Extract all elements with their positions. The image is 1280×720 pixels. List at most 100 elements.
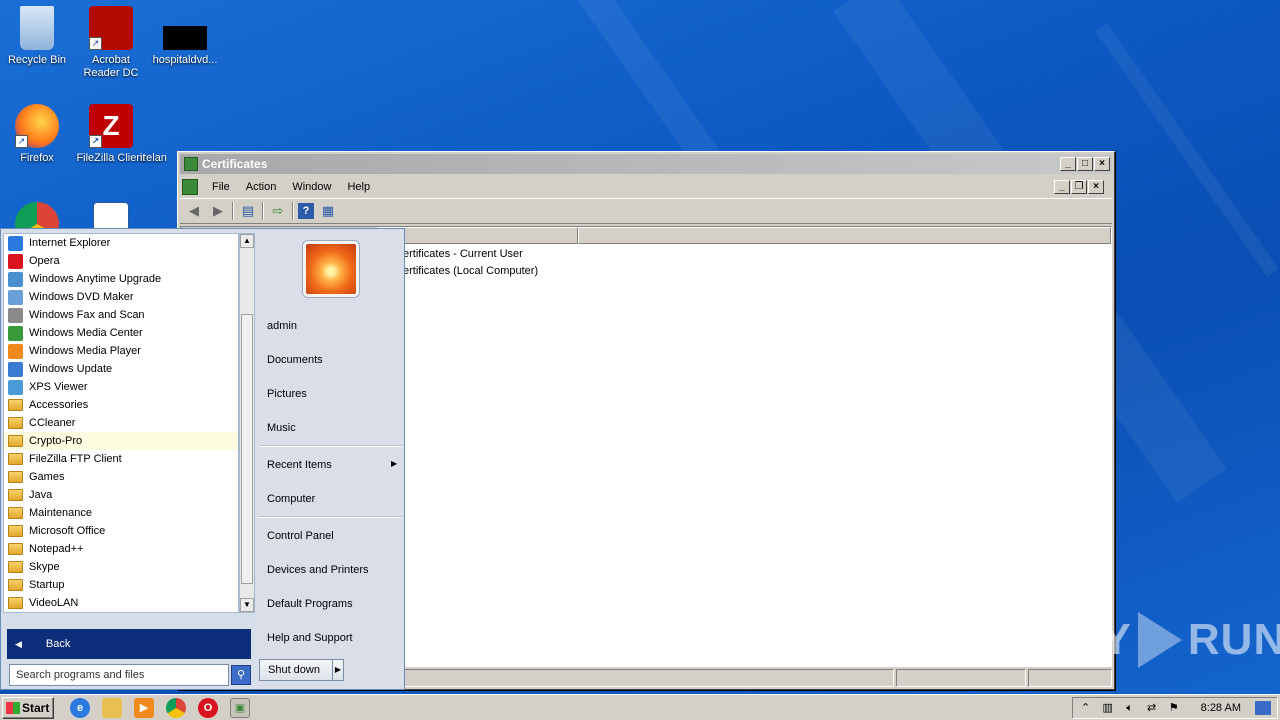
program-item[interactable]: Windows Media Player — [4, 342, 238, 360]
program-folder-item[interactable]: Startup — [4, 576, 238, 594]
program-folder-item[interactable]: FileZilla FTP Client — [4, 450, 238, 468]
opera-icon[interactable]: O — [198, 697, 218, 718]
file-explorer-icon[interactable] — [102, 697, 122, 718]
windows-flag-icon — [6, 701, 20, 714]
show-hide-tree-icon[interactable]: ▤ — [238, 202, 258, 220]
search-input[interactable]: Search programs and files — [9, 664, 229, 686]
folder-icon — [8, 417, 23, 429]
program-item[interactable]: Windows Media Center — [4, 324, 238, 342]
program-folder-item[interactable]: Games — [4, 468, 238, 486]
back-label: Back — [45, 638, 71, 650]
folder-icon — [8, 507, 23, 519]
program-item[interactable]: Windows Update — [4, 360, 238, 378]
program-folder-item[interactable]: CCleaner — [4, 414, 238, 432]
mdi-minimize-button[interactable]: _ — [1054, 180, 1070, 194]
internet-explorer-icon[interactable]: e — [70, 697, 90, 718]
minimize-button[interactable]: _ — [1060, 157, 1076, 171]
forward-arrow-icon[interactable]: ▶ — [208, 202, 228, 220]
folder-icon — [8, 597, 23, 609]
connection-icon[interactable]: ⇄ — [1145, 701, 1159, 715]
program-folder-item[interactable]: VideoLAN — [4, 594, 238, 612]
shut-down-options-arrow[interactable]: ▶ — [332, 659, 344, 681]
desktop-icon-firefox[interactable]: ↗ Firefox — [0, 104, 74, 165]
program-item[interactable]: Internet Explorer — [4, 234, 238, 252]
folder-icon — [8, 579, 23, 591]
back-button[interactable]: ◀ Back — [7, 629, 251, 659]
start-button[interactable]: Start — [2, 696, 54, 719]
search-icon[interactable]: ⚲ — [231, 665, 251, 685]
desktop-icon-filezilla[interactable]: Z ↗ FileZilla Client — [74, 104, 148, 165]
show-desktop-icon[interactable] — [1255, 700, 1271, 715]
menu-action[interactable]: Action — [238, 181, 285, 193]
column-header-name[interactable]: e — [377, 227, 578, 244]
menu-window[interactable]: Window — [284, 181, 339, 193]
menu-help[interactable]: Help — [339, 181, 378, 193]
scroll-down-arrow[interactable]: ▼ — [240, 598, 254, 612]
scroll-thumb[interactable] — [241, 314, 253, 584]
program-folder-item[interactable]: Accessories — [4, 396, 238, 414]
toolbar-separator — [262, 202, 264, 220]
recent-items-link[interactable]: Recent Items — [267, 459, 332, 471]
program-label: VideoLAN — [29, 597, 79, 609]
desktop-icon-hospitaldvd[interactable]: hospitaldvd... — [148, 6, 222, 67]
desktop-icon-recycle-bin[interactable]: Recycle Bin — [0, 6, 74, 67]
desktop-icon-acrobat[interactable]: ↗ Acrobat Reader DC — [74, 6, 148, 80]
program-folder-item[interactable]: Skype — [4, 558, 238, 576]
program-label: Microsoft Office — [29, 525, 106, 537]
program-label: Accessories — [29, 399, 89, 411]
music-link[interactable]: Music — [267, 422, 296, 434]
program-folder-item[interactable]: Microsoft Office — [4, 522, 238, 540]
action-pane-icon[interactable]: ▦ — [318, 202, 338, 220]
media-player-icon[interactable]: ▶ — [134, 697, 154, 718]
shut-down-button[interactable]: Shut down — [259, 659, 333, 681]
help-support-link[interactable]: Help and Support — [267, 632, 353, 644]
help-icon[interactable]: ? — [298, 203, 314, 219]
program-folder-item[interactable]: Notepad++ — [4, 540, 238, 558]
user-avatar[interactable] — [303, 241, 359, 297]
pictures-link[interactable]: Pictures — [267, 388, 307, 400]
program-item[interactable]: Windows Anytime Upgrade — [4, 270, 238, 288]
console-icon[interactable] — [182, 179, 198, 195]
toolbar-separator — [232, 202, 234, 220]
export-list-icon[interactable]: ⇨ — [268, 202, 288, 220]
program-folder-item[interactable]: Crypto-Pro — [4, 432, 238, 450]
program-item[interactable]: Windows Fax and Scan — [4, 306, 238, 324]
devices-printers-link[interactable]: Devices and Printers — [267, 564, 369, 576]
mdi-close-button[interactable]: × — [1088, 180, 1104, 194]
action-center-flag-icon[interactable]: ⚑ — [1167, 701, 1181, 715]
desktop-icon-label: FileZilla Client — [76, 152, 146, 164]
volume-icon[interactable]: 🔈︎ — [1123, 701, 1137, 715]
certificates-taskbar-icon[interactable]: ▣ — [230, 697, 250, 718]
column-header-2[interactable] — [578, 227, 1111, 244]
control-panel-link[interactable]: Control Panel — [267, 530, 334, 542]
user-name-link[interactable]: admin — [267, 320, 297, 332]
program-list-scrollbar[interactable]: ▲ ▼ — [239, 233, 255, 613]
program-folder-item[interactable]: Maintenance — [4, 504, 238, 522]
mdi-restore-button[interactable]: ❐ — [1071, 180, 1087, 194]
program-item[interactable]: Windows DVD Maker — [4, 288, 238, 306]
clock[interactable]: 8:28 AM — [1201, 702, 1241, 714]
maximize-button[interactable]: □ — [1077, 157, 1093, 171]
program-icon — [8, 343, 23, 359]
window-title: Certificates — [202, 157, 268, 171]
folder-icon — [8, 561, 23, 573]
back-arrow-icon[interactable]: ◀ — [184, 202, 204, 220]
program-item[interactable]: XPS Viewer — [4, 378, 238, 396]
show-hidden-icons-icon[interactable]: ⌃ — [1079, 701, 1093, 715]
chrome-icon[interactable] — [166, 697, 186, 718]
anyrun-watermark: ANY RUN — [1036, 612, 1280, 668]
scroll-up-arrow[interactable]: ▲ — [240, 234, 254, 248]
start-menu-left-pane: Internet Explorer Opera Windows Anytime Up… — [3, 233, 255, 686]
documents-link[interactable]: Documents — [267, 354, 323, 366]
computer-link[interactable]: Computer — [267, 493, 315, 505]
default-programs-link[interactable]: Default Programs — [267, 598, 353, 610]
close-button[interactable]: × — [1094, 157, 1110, 171]
network-icon[interactable]: ▥ — [1101, 701, 1115, 715]
program-item[interactable]: Opera — [4, 252, 238, 270]
menu-file[interactable]: File — [204, 181, 238, 193]
program-folder-item[interactable]: Java — [4, 486, 238, 504]
window-titlebar[interactable]: Certificates _ □ × — [180, 154, 1112, 174]
start-label: Start — [22, 700, 50, 715]
quick-launch: e ▶ O ▣ — [70, 697, 250, 718]
desktop-icon-irelan[interactable]: irelan — [140, 104, 180, 165]
